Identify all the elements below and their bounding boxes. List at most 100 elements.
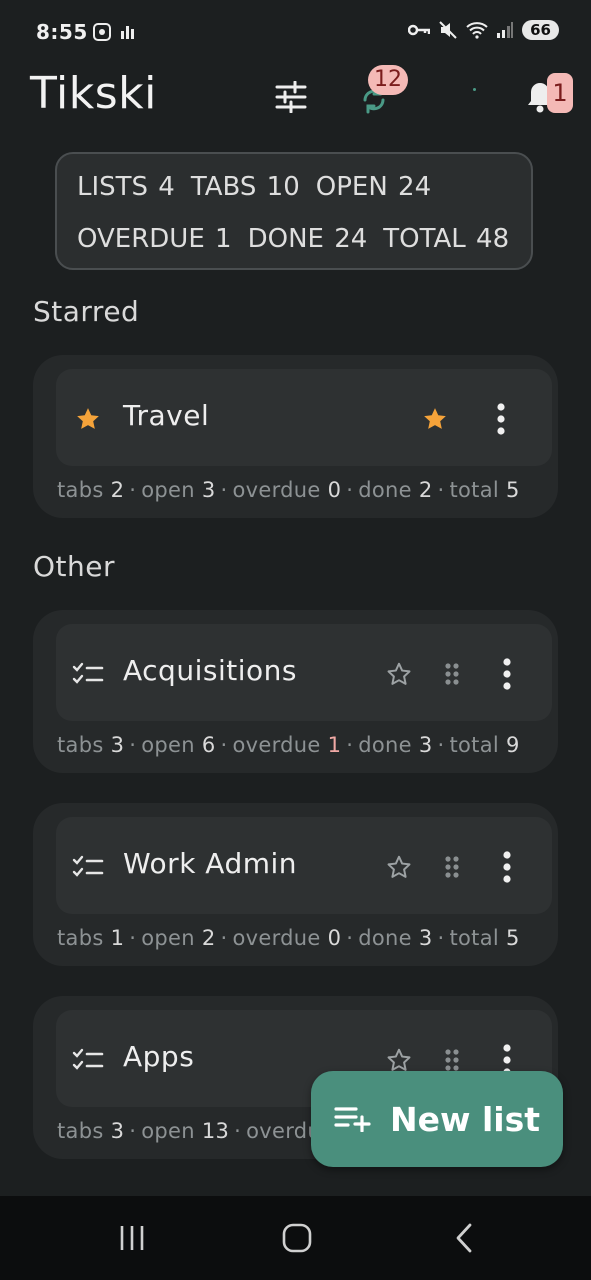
stat-label: open bbox=[141, 926, 195, 950]
stat-label: open bbox=[141, 733, 195, 757]
dot-icon bbox=[472, 87, 476, 91]
list-title: Travel bbox=[123, 399, 210, 432]
stat-value: 6 bbox=[201, 733, 216, 757]
stat-done: DONE 24 bbox=[247, 224, 368, 254]
stats-row-2: OVERDUE 1 DONE 24 TOTAL 48 bbox=[77, 224, 525, 254]
sync-count-badge: 12 bbox=[368, 65, 408, 95]
more-options-button[interactable] bbox=[496, 401, 506, 437]
back-icon bbox=[456, 1223, 472, 1253]
back-button[interactable] bbox=[446, 1216, 482, 1260]
tune-icon bbox=[275, 81, 307, 113]
status-bar: 8:55 66 bbox=[0, 0, 591, 62]
stat-label: total bbox=[449, 478, 500, 502]
battery-indicator: 66 bbox=[522, 20, 559, 40]
new-list-button[interactable]: New list bbox=[311, 1071, 563, 1167]
drag-handle[interactable] bbox=[438, 851, 466, 883]
stat-value: 3 bbox=[110, 733, 125, 757]
stat-value: 3 bbox=[110, 1119, 125, 1143]
stat-label: open bbox=[141, 478, 195, 502]
stat-tabs: TABS 10 bbox=[190, 172, 300, 202]
stats-row-1: LISTS 4 TABS 10 OPEN 24 bbox=[77, 172, 447, 202]
stat-value: 3 bbox=[201, 478, 216, 502]
stat-lists: LISTS 4 bbox=[77, 172, 175, 202]
stat-total: TOTAL 48 bbox=[383, 224, 510, 254]
list-card-work-admin[interactable]: Work Admin tabs 1 · open 2 · overdue 0 · done … bbox=[33, 803, 558, 966]
stat-label: done bbox=[358, 733, 412, 757]
stat-label: tabs bbox=[57, 478, 104, 502]
more-options-button[interactable] bbox=[496, 849, 518, 885]
drag-indicator-icon bbox=[445, 1049, 459, 1071]
stat-open: OPEN 24 bbox=[315, 172, 432, 202]
list-row[interactable]: Travel bbox=[56, 369, 552, 466]
stat-value-overdue: 1 bbox=[327, 733, 342, 757]
list-row[interactable]: Work Admin bbox=[56, 817, 552, 914]
recents-icon bbox=[120, 1226, 144, 1250]
stat-value: 9 bbox=[506, 733, 520, 757]
stat-value: 2 bbox=[418, 478, 433, 502]
stat-value: 1 bbox=[110, 926, 125, 950]
screenshot-icon bbox=[93, 23, 111, 41]
list-card-acquisitions[interactable]: Acquisitions tabs 3 · open 6 · overdue 1 · don… bbox=[33, 610, 558, 773]
stat-value: 3 bbox=[418, 926, 433, 950]
more-options-button[interactable] bbox=[496, 656, 518, 692]
star-filled-icon bbox=[424, 408, 446, 429]
checklist-icon bbox=[72, 660, 104, 688]
star-toggle-button[interactable] bbox=[383, 851, 415, 883]
list-stats: tabs 3 · open 6 · overdue 1 · done 3 · total 9 bbox=[57, 733, 520, 757]
system-nav-bar bbox=[0, 1196, 591, 1280]
stat-value: 13 bbox=[201, 1119, 230, 1143]
stat-label: total bbox=[449, 733, 500, 757]
stat-label: open bbox=[141, 1119, 195, 1143]
playlist-add-icon bbox=[334, 1107, 371, 1132]
stat-label: tabs bbox=[57, 733, 104, 757]
mute-icon bbox=[439, 21, 457, 39]
recents-button[interactable] bbox=[112, 1216, 152, 1260]
indicator-dot bbox=[470, 85, 478, 93]
stat-label: overdue bbox=[232, 733, 321, 757]
stat-label: overdue bbox=[232, 926, 321, 950]
stat-label: tabs bbox=[57, 1119, 104, 1143]
checklist-icon bbox=[72, 853, 104, 881]
list-title: Work Admin bbox=[123, 847, 298, 880]
stat-overdue: OVERDUE 1 bbox=[77, 224, 232, 254]
more-vert-icon bbox=[497, 403, 505, 435]
summary-stats-card: LISTS 4 TABS 10 OPEN 24 OVERDUE 1 DONE 24 TO… bbox=[55, 152, 533, 270]
status-time: 8:55 bbox=[36, 20, 88, 44]
signal-bars-icon bbox=[121, 26, 134, 39]
list-stats: tabs 1 · open 2 · overdue 0 · done 3 · total 5 bbox=[57, 926, 520, 950]
list-title: Apps bbox=[123, 1040, 195, 1073]
stat-label: tabs bbox=[57, 926, 104, 950]
star-outline-icon bbox=[387, 662, 411, 685]
star-toggle-button[interactable] bbox=[419, 403, 451, 435]
section-starred-label: Starred bbox=[33, 295, 140, 328]
stat-label: total bbox=[449, 926, 500, 950]
star-toggle-button[interactable] bbox=[383, 658, 415, 690]
list-type-star-icon bbox=[74, 405, 102, 433]
stat-value: 2 bbox=[110, 478, 125, 502]
home-button[interactable] bbox=[277, 1216, 317, 1260]
star-outline-icon bbox=[387, 1048, 411, 1071]
list-card-travel[interactable]: Travel tabs 2 · open 3 · overdue 0 · done 2 · to… bbox=[33, 355, 558, 518]
list-title: Acquisitions bbox=[123, 654, 297, 687]
app-title: Tikski bbox=[30, 68, 157, 119]
checklist-icon bbox=[72, 1046, 104, 1074]
stat-value: 3 bbox=[418, 733, 433, 757]
more-vert-icon bbox=[503, 658, 511, 690]
stat-value: 5 bbox=[506, 478, 520, 502]
more-vert-icon bbox=[503, 851, 511, 883]
stat-value: 0 bbox=[327, 478, 342, 502]
section-other-label: Other bbox=[33, 550, 116, 583]
notification-count-badge: 1 bbox=[547, 73, 573, 113]
new-list-label: New list bbox=[389, 1099, 540, 1139]
list-row[interactable]: Acquisitions bbox=[56, 624, 552, 721]
wifi-icon bbox=[466, 22, 488, 39]
stat-label: done bbox=[358, 926, 412, 950]
vpn-key-icon bbox=[408, 24, 431, 36]
filter-settings-button[interactable] bbox=[270, 76, 312, 118]
cell-signal-icon bbox=[497, 22, 514, 38]
drag-handle[interactable] bbox=[438, 658, 466, 690]
stat-label: overdue bbox=[232, 478, 321, 502]
stat-label: done bbox=[358, 478, 412, 502]
stat-value: 0 bbox=[327, 926, 342, 950]
stat-label: overdu bbox=[246, 1119, 322, 1143]
